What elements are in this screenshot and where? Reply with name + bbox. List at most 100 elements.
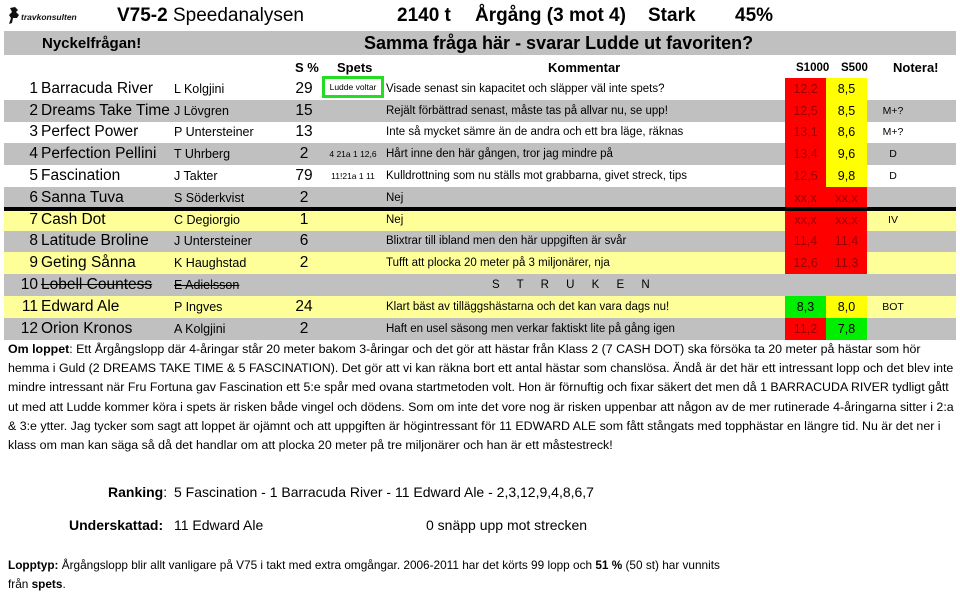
start-percent: 13: [295, 123, 313, 141]
driver-name: C Degiorgio: [174, 212, 241, 227]
spets-note: Ludde voltar: [322, 76, 384, 98]
driver-name: J Lövgren: [174, 103, 229, 118]
ranking-label: Ranking:: [108, 484, 168, 500]
note-value: D: [889, 170, 897, 183]
s1000-value: xx,x: [785, 208, 826, 231]
start-percent: 24: [295, 297, 313, 315]
driver-name: P Untersteiner: [174, 125, 254, 140]
note-value: M+?: [882, 104, 904, 117]
driver-name: L Kolgjini: [174, 81, 225, 96]
horse-row: 2 Dreams Take Time J Lövgren 15 Rejält förbä…: [4, 99, 956, 122]
horse-number: 9: [29, 254, 38, 272]
horse-comment: Inte så mycket sämre än de andra och ett…: [386, 126, 684, 139]
spets-word: spets: [31, 577, 63, 591]
horse-comment: Blixtrar till ibland men den här uppgift…: [386, 235, 627, 248]
key-question-label: Nyckelfrågan!: [42, 35, 142, 52]
horse-name: Fascination: [41, 167, 121, 185]
start-percent: 2: [299, 319, 309, 337]
horse-comment: Rejält förbättrad senast, måste tas på a…: [386, 104, 668, 117]
col-header-spets: Spets: [337, 60, 373, 75]
horse-number: 12: [20, 319, 38, 337]
note-value: BOT: [882, 300, 904, 313]
horse-number: 5: [29, 167, 38, 185]
s1000-value: 12,5: [785, 165, 826, 187]
s1000-value: 12,6: [785, 252, 826, 275]
horse-row: 11 Edward Ale P Ingves 24 Klart bäst av till…: [4, 295, 956, 318]
spets-note: 11!21a 1 11: [331, 171, 375, 182]
horse-row: 3 Perfect Power P Untersteiner 13 Inte så my…: [4, 121, 956, 144]
note-value: IV: [888, 213, 898, 226]
s500-value: xx,x: [826, 186, 867, 209]
horse-name: Perfection Pellini: [41, 145, 157, 163]
col-header-notera: Notera!: [893, 60, 939, 75]
s1000-value: xx,x: [785, 186, 826, 209]
horse-comment: Visade senast sin kapacitet och släpper …: [386, 82, 665, 95]
horse-row: 10 Lobell Countess E Adielsson S T R U K E …: [4, 274, 956, 296]
horse-number: 7: [29, 210, 38, 228]
horse-comment: Hårt inne den här gången, tror jag mindr…: [386, 148, 613, 161]
race-description: Om loppet: Ett Årgångslopp där 4-åringar…: [8, 340, 958, 455]
horse-row: 8 Latitude Broline J Untersteiner 6 Blixtrar…: [4, 230, 956, 253]
horse-name: Barracuda River: [41, 79, 153, 97]
start-percent: 2: [299, 145, 309, 163]
s1000-value: 8,3: [785, 295, 826, 318]
s500-value: 11,3: [826, 252, 867, 275]
horse-comment: Kulldrottning som nu ställs mot grabbarn…: [386, 170, 688, 183]
col-header-kommentar: Kommentar: [548, 60, 621, 75]
race-description-text: : Ett Årgångslopp där 4-åringar står 20 …: [8, 342, 954, 453]
ranking-text: 5 Fascination - 1 Barracuda River - 11 E…: [174, 484, 594, 500]
horse-comment: Tufft att plocka 20 meter på 3 miljonäre…: [386, 257, 610, 270]
horse-row: 5 Fascination J Takter 79 11!21a 1 11 Kulldro…: [4, 165, 956, 187]
horse-number: 2: [29, 101, 38, 119]
driver-name: K Haughstad: [174, 256, 247, 271]
start-percent: 2: [299, 254, 309, 272]
race-percent: 45%: [735, 5, 774, 26]
driver-name: J Untersteiner: [174, 234, 252, 249]
horse-name: Edward Ale: [41, 297, 120, 315]
horse-comment: Klart bäst av tilläggshästarna och det k…: [386, 300, 670, 313]
driver-name: A Kolgjini: [174, 321, 226, 336]
underrated-horse: 11 Edward Ale: [174, 517, 264, 533]
start-percent: 6: [299, 232, 309, 250]
scratched-label: S T R U K E N: [492, 279, 657, 292]
horse-name: Lobell Countess: [41, 276, 153, 294]
horse-comment: Nej: [386, 213, 404, 226]
horse-row: 12 Orion Kronos A Kolgjini 2 Haft en usel sä…: [4, 317, 956, 340]
s500-value: 9,8: [826, 165, 867, 187]
start-percent: 1: [299, 210, 309, 228]
race-type-note: Lopptyp: Årgångslopp blir allt vanligare…: [8, 558, 720, 591]
underrated-label: Underskattad:: [69, 517, 164, 533]
race-description-label: Om loppet: [8, 342, 70, 356]
horse-name: Geting Sånna: [41, 254, 136, 272]
horse-name: Dreams Take Time: [41, 101, 170, 119]
horse-number: 8: [29, 232, 38, 250]
s500-value: 8,0: [826, 295, 867, 318]
s500-value: xx,x: [826, 208, 867, 231]
note-value: D: [889, 148, 897, 161]
s500-value: 8,6: [826, 121, 867, 144]
start-percent: [284, 274, 324, 296]
driver-name: E Adielsson: [174, 278, 240, 293]
win-percent: 51 %: [595, 558, 623, 572]
driver-name: P Ingves: [174, 299, 223, 314]
s500-value: 9,6: [826, 143, 867, 166]
s1000-value: 13,1: [785, 121, 826, 144]
horse-row: 4 Perfection Pellini T Uhrberg 2 4 21a 1 12,…: [4, 143, 956, 166]
race-distance: 2140 t: [397, 5, 451, 26]
spets-note: 4 21a 1 12,6: [329, 149, 377, 160]
note-value: M+?: [882, 126, 904, 139]
s1000-value: 11,4: [785, 230, 826, 253]
race-title: Speedanalysen: [172, 5, 304, 26]
horse-name: Cash Dot: [41, 210, 106, 228]
horse-name: Latitude Broline: [41, 232, 149, 250]
horse-number: 11: [21, 297, 38, 315]
underrated-note: 0 snäpp upp mot strecken: [426, 517, 588, 533]
start-percent: 2: [299, 188, 309, 206]
s1000-value: 11,2: [785, 317, 826, 340]
col-header-s-pct: S %: [295, 60, 319, 75]
horse-number: 6: [29, 188, 38, 206]
travkonsulten-logo: travkonsulten: [6, 6, 114, 26]
horse-row: 7 Cash Dot C Degiorgio 1 Nej xx,x xx,x IV: [4, 208, 956, 231]
key-question-text: Samma fråga här - svarar Ludde ut favori…: [364, 33, 754, 53]
driver-name: S Söderkvist: [174, 190, 245, 205]
